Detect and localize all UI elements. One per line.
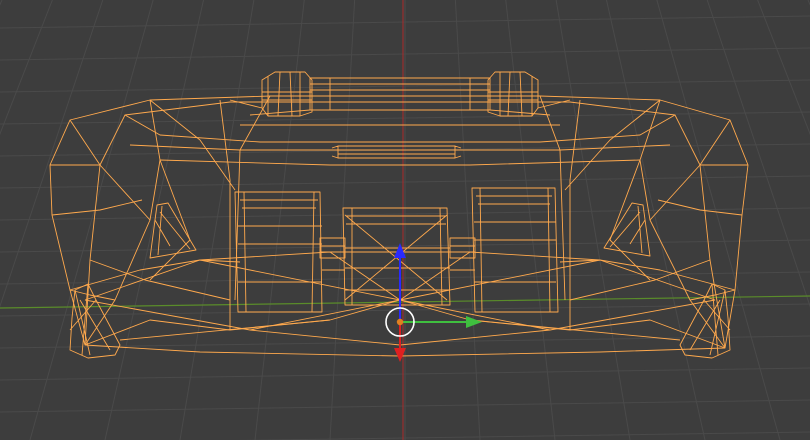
body-facets-left (50, 95, 331, 346)
grid-line (505, 0, 556, 440)
front-shelf (159, 159, 641, 166)
grid-line (656, 0, 781, 440)
grid-line (757, 0, 810, 136)
front-small-handle (331, 145, 462, 159)
grid-line (254, 0, 305, 440)
handle-right-block (487, 71, 539, 117)
left-panel (234, 191, 323, 313)
origin-pivot-icon[interactable] (396, 318, 404, 326)
grid-line (555, 0, 631, 440)
handle-bar-lines (310, 78, 490, 110)
handle-bar (309, 77, 491, 111)
right-panel (471, 187, 559, 313)
grid-line (706, 0, 810, 308)
grid-line (29, 0, 154, 440)
transform-gizmo-icon[interactable] (385, 243, 482, 362)
handle-left-block (261, 71, 313, 117)
viewport-canvas[interactable] (0, 0, 810, 440)
3d-viewport[interactable] (0, 0, 810, 440)
grid-line (104, 0, 204, 440)
top-rim (124, 101, 676, 143)
floor-grid (0, 0, 810, 440)
grid-line (454, 0, 481, 440)
grid-line (179, 0, 255, 440)
